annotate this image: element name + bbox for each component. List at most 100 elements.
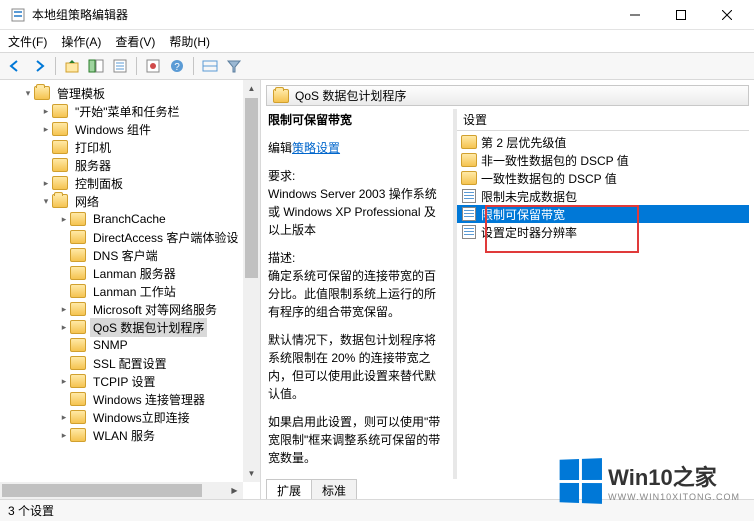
separator bbox=[136, 57, 137, 75]
scrollbar-vertical[interactable]: ▲ ▼ bbox=[243, 80, 260, 482]
help-button[interactable]: ? bbox=[166, 55, 188, 77]
maximize-button[interactable] bbox=[658, 0, 704, 30]
app-icon bbox=[10, 7, 26, 23]
tree-node[interactable]: WLAN 服务 bbox=[2, 426, 258, 444]
tab-standard[interactable]: 标准 bbox=[311, 479, 357, 499]
tree-node[interactable]: SSL 配置设置 bbox=[2, 354, 258, 372]
policy-name: 限制可保留带宽 bbox=[268, 111, 445, 129]
folder-icon bbox=[70, 284, 86, 298]
separator bbox=[55, 57, 56, 75]
list-item[interactable]: 限制未完成数据包 bbox=[457, 187, 749, 205]
menu-action[interactable]: 操作(A) bbox=[61, 33, 101, 50]
description-body: 确定系统可保留的连接带宽的百分比。此值限制系统上运行的所有程序的组合带宽保留。 bbox=[268, 269, 436, 319]
tree-pane: 管理模板 "开始"菜单和任务栏 Windows 组件 打印机 服务器 控制面板 … bbox=[0, 80, 261, 499]
tree-node[interactable]: DNS 客户端 bbox=[2, 246, 258, 264]
menu-view[interactable]: 查看(V) bbox=[115, 33, 155, 50]
windows-logo-icon bbox=[560, 458, 602, 504]
list-items: 第 2 层优先级值 非一致性数据包的 DSCP 值 一致性数据包的 DSCP 值… bbox=[457, 131, 749, 243]
folder-icon bbox=[70, 302, 86, 316]
folder-icon bbox=[34, 86, 50, 100]
tree-node[interactable]: Windows 组件 bbox=[2, 120, 258, 138]
watermark-logo: Win10之家 WWW.WIN10XITONG.COM bbox=[558, 459, 740, 503]
minimize-button[interactable] bbox=[612, 0, 658, 30]
details-pane: QoS 数据包计划程序 限制可保留带宽 编辑策略设置 要求:Windows Se… bbox=[261, 80, 754, 499]
folder-icon bbox=[70, 356, 86, 370]
details-header-title: QoS 数据包计划程序 bbox=[295, 87, 406, 104]
tree-node-network[interactable]: 网络 bbox=[2, 192, 258, 210]
tree-node[interactable]: TCPIP 设置 bbox=[2, 372, 258, 390]
folder-icon bbox=[70, 374, 86, 388]
policy-icon bbox=[461, 224, 477, 240]
scroll-thumb[interactable] bbox=[245, 98, 258, 278]
menu-file[interactable]: 文件(F) bbox=[8, 33, 47, 50]
logo-text: Win10之家 bbox=[608, 460, 740, 492]
folder-icon bbox=[70, 338, 86, 352]
menu-help[interactable]: 帮助(H) bbox=[169, 33, 210, 50]
tree-node[interactable]: 控制面板 bbox=[2, 174, 258, 192]
scroll-thumb[interactable] bbox=[2, 484, 202, 497]
status-text: 3 个设置 bbox=[8, 502, 54, 519]
tab-extended[interactable]: 扩展 bbox=[266, 479, 312, 499]
tree-node[interactable]: Microsoft 对等网络服务 bbox=[2, 300, 258, 318]
refresh-button[interactable] bbox=[199, 55, 221, 77]
tree-node[interactable]: "开始"菜单和任务栏 bbox=[2, 102, 258, 120]
column-header-setting[interactable]: 设置 bbox=[457, 109, 749, 131]
filter-button[interactable] bbox=[223, 55, 245, 77]
requirements-body: Windows Server 2003 操作系统或 Windows XP Pro… bbox=[268, 187, 437, 237]
titlebar: 本地组策略编辑器 bbox=[0, 0, 754, 30]
separator bbox=[193, 57, 194, 75]
forward-button[interactable] bbox=[28, 55, 50, 77]
folder-icon bbox=[52, 194, 68, 208]
folder-icon bbox=[52, 140, 68, 154]
scroll-down-button[interactable]: ▼ bbox=[243, 465, 260, 482]
list-item[interactable]: 一致性数据包的 DSCP 值 bbox=[457, 169, 749, 187]
requirements-label: 要求: bbox=[268, 169, 295, 183]
list-item[interactable]: 第 2 层优先级值 bbox=[457, 133, 749, 151]
tree-node-qos[interactable]: QoS 数据包计划程序 bbox=[2, 318, 258, 336]
toolbar: ? bbox=[0, 52, 754, 80]
export-button[interactable] bbox=[142, 55, 164, 77]
tree-node[interactable]: Windows 连接管理器 bbox=[2, 390, 258, 408]
folder-icon bbox=[52, 158, 68, 172]
description-p3: 如果启用此设置，则可以使用"带宽限制"框来调整系统可保留的带宽数量。 bbox=[268, 413, 445, 467]
nav-tree[interactable]: 管理模板 "开始"菜单和任务栏 Windows 组件 打印机 服务器 控制面板 … bbox=[0, 80, 260, 499]
policy-icon bbox=[461, 188, 477, 204]
folder-icon bbox=[70, 392, 86, 406]
list-item[interactable]: 非一致性数据包的 DSCP 值 bbox=[457, 151, 749, 169]
list-item[interactable]: 设置定时器分辨率 bbox=[457, 223, 749, 241]
folder-icon bbox=[70, 212, 86, 226]
folder-icon bbox=[52, 176, 68, 190]
back-button[interactable] bbox=[4, 55, 26, 77]
policy-icon bbox=[461, 206, 477, 222]
window-title: 本地组策略编辑器 bbox=[32, 6, 612, 23]
folder-icon bbox=[70, 410, 86, 424]
tree-node[interactable]: BranchCache bbox=[2, 210, 258, 228]
tree-node[interactable]: 打印机 bbox=[2, 138, 258, 156]
logo-url: WWW.WIN10XITONG.COM bbox=[608, 492, 740, 502]
folder-icon bbox=[461, 152, 477, 168]
scroll-right-button[interactable]: ▶ bbox=[226, 482, 243, 499]
up-button[interactable] bbox=[61, 55, 83, 77]
tree-node[interactable]: Windows立即连接 bbox=[2, 408, 258, 426]
tree-node[interactable]: Lanman 工作站 bbox=[2, 282, 258, 300]
tree-node[interactable]: SNMP bbox=[2, 336, 258, 354]
tree-node[interactable]: Lanman 服务器 bbox=[2, 264, 258, 282]
folder-icon bbox=[70, 230, 86, 244]
folder-icon bbox=[273, 89, 289, 103]
scrollbar-horizontal[interactable]: ◀ ▶ bbox=[0, 482, 243, 499]
show-hide-tree-button[interactable] bbox=[85, 55, 107, 77]
settings-list: 设置 第 2 层优先级值 非一致性数据包的 DSCP 值 一致性数据包的 DSC… bbox=[457, 109, 749, 479]
scroll-up-button[interactable]: ▲ bbox=[243, 80, 260, 97]
folder-icon bbox=[461, 170, 477, 186]
content-area: 管理模板 "开始"菜单和任务栏 Windows 组件 打印机 服务器 控制面板 … bbox=[0, 80, 754, 499]
tree-node[interactable]: DirectAccess 客户端体验设 bbox=[2, 228, 258, 246]
properties-button[interactable] bbox=[109, 55, 131, 77]
svg-text:?: ? bbox=[174, 62, 180, 73]
close-button[interactable] bbox=[704, 0, 750, 30]
menubar: 文件(F) 操作(A) 查看(V) 帮助(H) bbox=[0, 30, 754, 52]
edit-policy-link[interactable]: 策略设置 bbox=[292, 141, 340, 155]
folder-icon bbox=[70, 428, 86, 442]
list-item-selected[interactable]: 限制可保留带宽 bbox=[457, 205, 749, 223]
tree-node[interactable]: 服务器 bbox=[2, 156, 258, 174]
tree-node-root[interactable]: 管理模板 bbox=[2, 84, 258, 102]
